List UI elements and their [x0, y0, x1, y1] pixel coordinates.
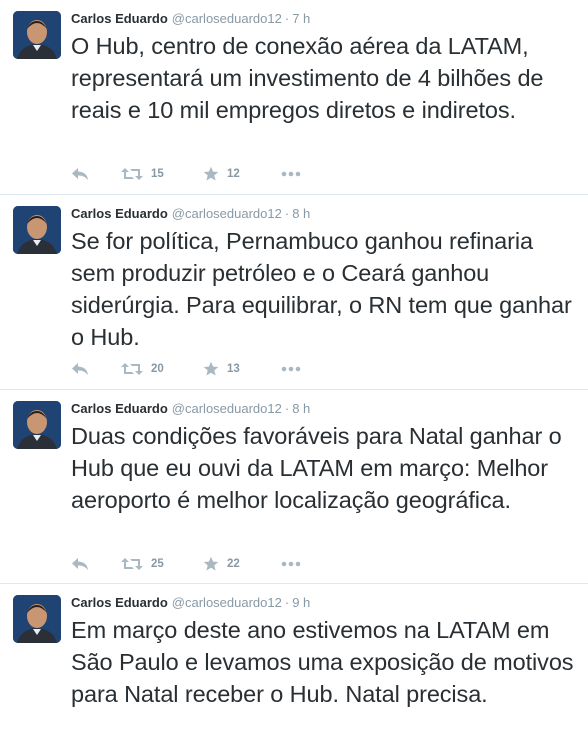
timestamp[interactable]: 7 h [292, 11, 310, 26]
favorite-button[interactable]: 13 [203, 359, 240, 379]
retweet-button[interactable]: 15 [121, 164, 164, 184]
reply-button[interactable] [71, 554, 89, 574]
favorite-count: 13 [227, 363, 240, 375]
retweet-button[interactable]: 25 [121, 554, 164, 574]
retweet-icon [121, 168, 143, 180]
tweet-text: O Hub, centro de conexão aérea da LATAM,… [71, 33, 544, 123]
tweet[interactable]: Carlos Eduardo @carloseduardo12 · 8 h Duas … [0, 390, 588, 584]
author-handle[interactable]: @carloseduardo12 [172, 401, 282, 416]
favorite-count: 12 [227, 168, 240, 180]
star-icon [203, 556, 219, 571]
star-icon [203, 361, 219, 376]
tweet-header: Carlos Eduardo @carloseduardo12 · 8 h [71, 401, 310, 417]
timestamp[interactable]: 8 h [292, 401, 310, 416]
more-icon [281, 171, 301, 177]
retweet-count: 25 [151, 558, 164, 570]
star-icon [203, 166, 219, 181]
timestamp[interactable]: 9 h [292, 595, 310, 610]
author-name[interactable]: Carlos Eduardo [71, 401, 168, 416]
author-name[interactable]: Carlos Eduardo [71, 11, 168, 26]
retweet-count: 20 [151, 363, 164, 375]
avatar[interactable] [13, 595, 61, 643]
timeline: Carlos Eduardo @carloseduardo12 · 7 h O Hub… [0, 0, 588, 742]
retweet-button[interactable]: 20 [121, 359, 164, 379]
author-handle[interactable]: @carloseduardo12 [172, 206, 282, 221]
reply-icon [72, 363, 88, 375]
more-icon [281, 366, 301, 372]
more-button[interactable] [281, 164, 301, 184]
timestamp[interactable]: 8 h [292, 206, 310, 221]
tweet-text: Se for política, Pernambuco ganhou refin… [71, 228, 572, 350]
favorite-button[interactable]: 12 [203, 164, 240, 184]
separator: · [284, 11, 290, 26]
author-handle[interactable]: @carloseduardo12 [172, 11, 282, 26]
tweet-header: Carlos Eduardo @carloseduardo12 · 8 h [71, 206, 310, 222]
author-handle[interactable]: @carloseduardo12 [172, 595, 282, 610]
tweet-text: Em março deste ano estivemos na LATAM em… [71, 617, 574, 707]
author-name[interactable]: Carlos Eduardo [71, 206, 168, 221]
author-name[interactable]: Carlos Eduardo [71, 595, 168, 610]
separator: · [284, 595, 290, 610]
reply-icon [72, 558, 88, 570]
favorite-count: 22 [227, 558, 240, 570]
separator: · [284, 401, 290, 416]
avatar[interactable] [13, 11, 61, 59]
avatar[interactable] [13, 401, 61, 449]
reply-button[interactable] [71, 359, 89, 379]
tweet-header: Carlos Eduardo @carloseduardo12 · 7 h [71, 11, 310, 27]
more-button[interactable] [281, 359, 301, 379]
favorite-button[interactable]: 22 [203, 554, 240, 574]
tweet[interactable]: Carlos Eduardo @carloseduardo12 · 9 h Em ma… [0, 584, 588, 742]
avatar[interactable] [13, 206, 61, 254]
separator: · [284, 206, 290, 221]
retweet-icon [121, 558, 143, 570]
reply-icon [72, 168, 88, 180]
retweet-count: 15 [151, 168, 164, 180]
more-icon [281, 561, 301, 567]
tweet-text: Duas condições favoráveis para Natal gan… [71, 423, 562, 513]
more-button[interactable] [281, 554, 301, 574]
reply-button[interactable] [71, 164, 89, 184]
tweet-header: Carlos Eduardo @carloseduardo12 · 9 h [71, 595, 310, 611]
tweet[interactable]: Carlos Eduardo @carloseduardo12 · 8 h Se fo… [0, 195, 588, 390]
retweet-icon [121, 363, 143, 375]
tweet[interactable]: Carlos Eduardo @carloseduardo12 · 7 h O Hub… [0, 0, 588, 195]
